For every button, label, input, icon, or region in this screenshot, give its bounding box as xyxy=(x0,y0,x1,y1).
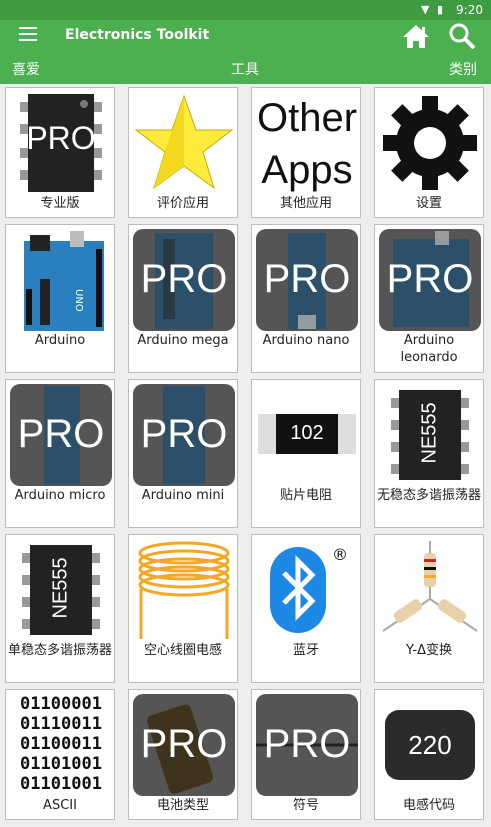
gear-icon xyxy=(379,92,481,194)
tile-y-delta[interactable]: Y-Δ变换 xyxy=(374,534,484,683)
chip-label: NE555 xyxy=(418,402,441,464)
tile-label: 贴片电阻 xyxy=(279,488,332,503)
tile-label: 蓝牙 xyxy=(292,643,319,658)
tile-arduino-nano[interactable]: PRO Arduino nano xyxy=(251,224,361,373)
smd-resistor-icon: 102 xyxy=(256,384,358,486)
pro-badge: PRO xyxy=(140,412,228,456)
tile-arduino-micro[interactable]: PRO Arduino micro xyxy=(5,379,115,528)
coil-icon xyxy=(133,539,235,641)
pro-badge: PRO xyxy=(17,412,105,456)
arduino-board-icon: UNO xyxy=(10,229,112,331)
tile-air-core-inductor[interactable]: 空心线圈电感 xyxy=(128,534,238,683)
ne555-chip-icon: NE555 xyxy=(10,539,112,641)
tile-label: 专业版 xyxy=(40,196,80,211)
tab-categories[interactable]: 类别 xyxy=(449,59,477,79)
pro-badge: PRO xyxy=(263,257,351,301)
tile-arduino[interactable]: UNO Arduino xyxy=(5,224,115,373)
tile-monostable-multivibrator[interactable]: NE555 单稳态多谐振荡器 xyxy=(5,534,115,683)
tile-label: 设置 xyxy=(415,196,442,211)
tile-label: 电池类型 xyxy=(156,798,209,813)
pro-badge: PRO xyxy=(386,257,474,301)
y-delta-resistors-icon xyxy=(379,539,481,641)
inductor-code: 220 xyxy=(408,730,452,760)
tile-label: Arduino micro xyxy=(14,488,106,503)
arduino-mega-icon: PRO xyxy=(133,229,235,331)
arduino-leonardo-icon: PRO xyxy=(379,229,481,331)
pro-badge: PRO xyxy=(26,120,96,156)
other-apps-line1: Other xyxy=(256,96,358,140)
chip-label: NE555 xyxy=(49,557,72,619)
ascii-line: 01101001 xyxy=(20,774,102,794)
tile-arduino-mega[interactable]: PRO Arduino mega xyxy=(128,224,238,373)
battery-icon: PRO xyxy=(133,694,235,796)
registered-mark: ® xyxy=(332,545,348,564)
tab-tools[interactable]: 工具 xyxy=(231,59,259,79)
search-icon[interactable] xyxy=(447,22,477,50)
tile-label: 单稳态多谐振荡器 xyxy=(7,643,112,658)
pro-chip-icon: PRO xyxy=(10,92,112,194)
star-icon xyxy=(133,92,235,194)
tile-label: 符号 xyxy=(292,798,319,813)
tile-rate-app[interactable]: 评价应用 xyxy=(128,87,238,218)
tile-label: Arduino mini xyxy=(141,488,225,503)
arduino-nano-icon: PRO xyxy=(256,229,358,331)
ascii-binary-graphic: 01100001 01110011 01100011 01101001 0110… xyxy=(10,694,112,796)
inductor-code-icon: 220 xyxy=(379,694,481,796)
tile-label: Arduino xyxy=(34,333,86,348)
tile-smd-resistor[interactable]: 102 贴片电阻 xyxy=(251,379,361,528)
bluetooth-icon: ® xyxy=(256,539,358,641)
tile-battery-types[interactable]: PRO 电池类型 xyxy=(128,689,238,820)
tile-label: 空心线圈电感 xyxy=(143,643,222,658)
ascii-line: 01110011 xyxy=(20,714,102,734)
tile-pro[interactable]: PRO 专业版 xyxy=(5,87,115,218)
pro-badge: PRO xyxy=(140,257,228,301)
ascii-line: 01100011 xyxy=(20,734,102,754)
tab-favorites[interactable]: 喜爱 xyxy=(12,59,40,79)
svg-text:UNO: UNO xyxy=(73,289,84,312)
tile-label: Arduino mega xyxy=(137,333,229,348)
tile-bluetooth[interactable]: ® 蓝牙 xyxy=(251,534,361,683)
other-apps-graphic: Other Apps xyxy=(256,92,358,194)
tile-label: 无稳态多谐振荡器 xyxy=(376,488,481,503)
tile-other-apps[interactable]: Other Apps 其他应用 xyxy=(251,87,361,218)
tile-label: Arduino nano xyxy=(262,333,350,348)
ascii-line: 01100001 xyxy=(20,694,102,714)
menu-icon[interactable] xyxy=(19,27,37,43)
smd-resistor-code: 102 xyxy=(290,422,324,444)
circuit-symbol-icon: PRO xyxy=(256,694,358,796)
app-title: Electronics Toolkit xyxy=(65,27,210,43)
ne555-chip-icon: NE555 xyxy=(379,384,481,486)
tile-arduino-mini[interactable]: PRO Arduino mini xyxy=(128,379,238,528)
tile-label: Arduino leonardo xyxy=(400,333,458,365)
tile-label: 评价应用 xyxy=(156,196,209,211)
tab-bar: 喜爱 工具 类别 xyxy=(0,53,491,84)
home-icon[interactable] xyxy=(401,23,431,49)
ascii-line: 01101001 xyxy=(20,754,102,774)
pro-badge: PRO xyxy=(140,722,228,766)
tile-label: ASCII xyxy=(43,798,77,813)
status-time: 9:20 xyxy=(456,3,483,17)
tile-label: 其他应用 xyxy=(279,196,332,211)
other-apps-line2: Apps xyxy=(261,148,353,192)
tile-settings[interactable]: 设置 xyxy=(374,87,484,218)
status-icons: ▼ ▮ xyxy=(420,3,445,16)
arduino-mini-icon: PRO xyxy=(133,384,235,486)
tile-symbols[interactable]: PRO 符号 xyxy=(251,689,361,820)
status-bar: ▼ ▮ 9:20 xyxy=(0,0,491,20)
tile-label: 电感代码 xyxy=(402,798,455,813)
tile-label: Y-Δ变换 xyxy=(406,643,452,658)
tile-inductor-code[interactable]: 220 电感代码 xyxy=(374,689,484,820)
pro-badge: PRO xyxy=(263,722,351,766)
tile-arduino-leonardo[interactable]: PRO Arduino leonardo xyxy=(374,224,484,373)
arduino-micro-icon: PRO xyxy=(10,384,112,486)
app-bar: Electronics Toolkit xyxy=(0,20,491,53)
tile-astable-multivibrator[interactable]: NE555 无稳态多谐振荡器 xyxy=(374,379,484,528)
tile-ascii[interactable]: 01100001 01110011 01100011 01101001 0110… xyxy=(5,689,115,820)
